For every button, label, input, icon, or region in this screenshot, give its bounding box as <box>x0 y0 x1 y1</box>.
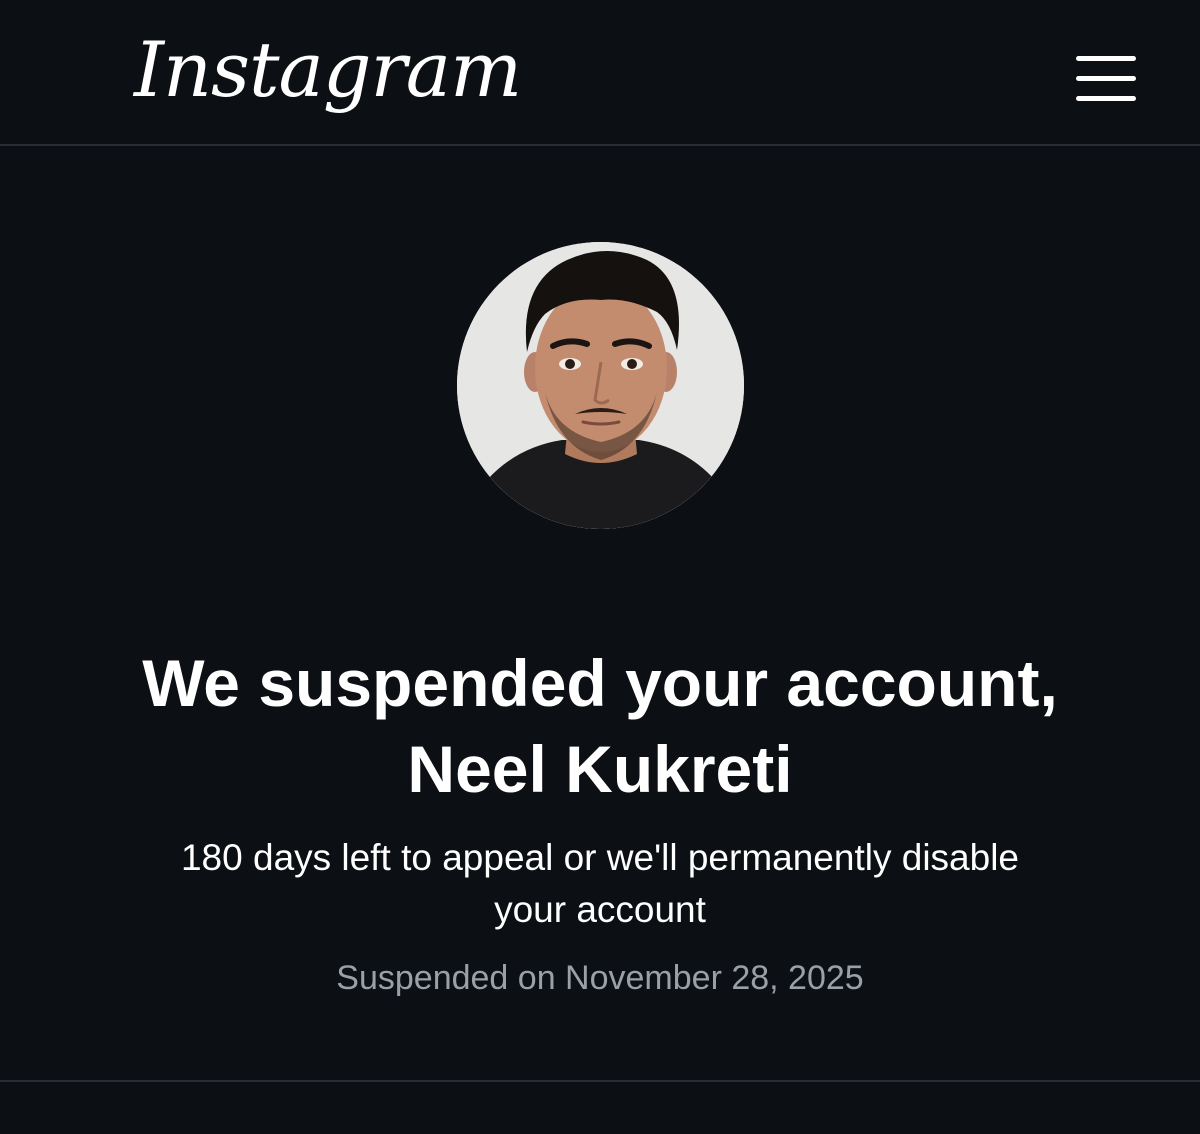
page-title: We suspended your account, Neel Kukreti <box>142 646 1058 806</box>
hamburger-menu-icon[interactable] <box>1068 50 1140 108</box>
suspended-date: Suspended on November 28, 2025 <box>336 959 864 997</box>
avatar <box>457 242 744 529</box>
section-divider <box>0 1080 1200 1082</box>
instagram-logo[interactable]: Instagram <box>134 20 522 120</box>
top-bar: Instagram <box>0 0 1200 146</box>
menu-bar-line <box>1076 96 1136 101</box>
menu-bar-line <box>1076 76 1136 81</box>
menu-bar-line <box>1076 56 1136 61</box>
appeal-deadline-text: 180 days left to appeal or we'll permane… <box>180 837 1019 930</box>
profile-photo <box>457 242 744 529</box>
